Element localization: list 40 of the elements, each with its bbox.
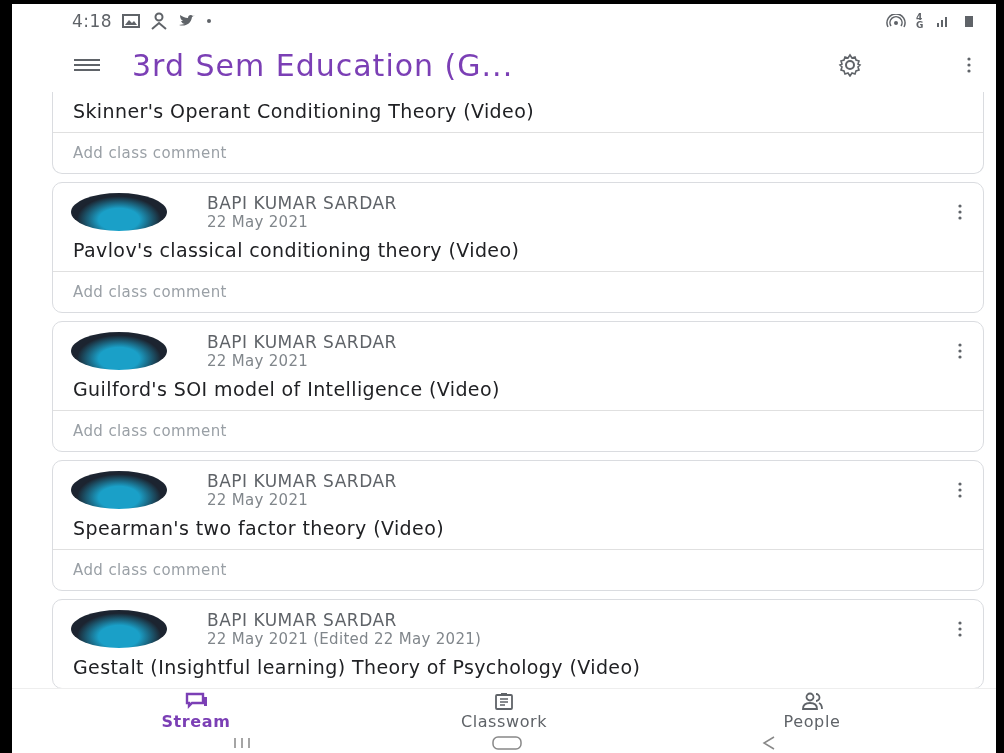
author-name: BAPI KUMAR SARDAR <box>207 193 398 213</box>
more-icon[interactable] <box>957 343 963 359</box>
class-title: 3rd Sem Education (G... <box>132 47 514 83</box>
settings-icon[interactable] <box>838 53 862 77</box>
nav-tab[interactable]: Classwork <box>454 691 554 731</box>
stream-icon <box>185 691 207 710</box>
nav-tab[interactable]: People <box>777 691 847 731</box>
people-icon <box>801 691 823 710</box>
nav-tab[interactable]: Stream <box>155 691 237 731</box>
clipboard-icon <box>493 691 515 710</box>
network-label: 4G <box>916 13 925 29</box>
menu-icon[interactable] <box>74 58 100 72</box>
comment-field[interactable]: Add class comment <box>73 144 963 162</box>
post-title[interactable]: Spearman's two factor theory (Video) <box>53 509 983 549</box>
dot-icon <box>206 18 213 24</box>
status-time: 4:18 <box>72 11 113 31</box>
author-name: BAPI KUMAR SARDAR <box>207 332 398 352</box>
post-date: 22 May 2021 <box>207 352 310 370</box>
comment-field[interactable]: Add class comment <box>73 561 963 579</box>
more-icon[interactable] <box>957 482 963 498</box>
more-icon[interactable] <box>957 204 963 220</box>
post-title[interactable]: Pavlov's classical conditioning theory (Video) <box>53 231 983 271</box>
post-title[interactable]: Guilford's SOI model of Intelligence (Video) <box>53 370 983 410</box>
comment-field[interactable]: Add class comment <box>73 283 963 301</box>
more-icon[interactable] <box>966 57 972 73</box>
post-date: 22 May 2021 <box>207 213 310 231</box>
post-title[interactable]: Skinner's Operant Conditioning Theory (Video) <box>53 92 983 132</box>
post-title[interactable]: Gestalt (Insightful learning) Theory of Psychology (Video) <box>53 648 983 688</box>
back-icon[interactable] <box>762 736 776 750</box>
post-date: 22 May 2021 <box>207 491 310 509</box>
comment-field[interactable]: Add class comment <box>73 422 963 440</box>
author-name: BAPI KUMAR SARDAR <box>207 471 398 491</box>
more-icon[interactable] <box>957 621 963 637</box>
home-icon[interactable] <box>492 736 522 750</box>
gallery-icon <box>122 14 141 28</box>
author-name: BAPI KUMAR SARDAR <box>207 610 398 630</box>
battery-icon <box>962 15 976 27</box>
hotspot-icon <box>886 14 906 28</box>
person-icon <box>150 12 169 30</box>
post-date: 22 May 2021 (Edited 22 May 2021) <box>207 630 483 648</box>
